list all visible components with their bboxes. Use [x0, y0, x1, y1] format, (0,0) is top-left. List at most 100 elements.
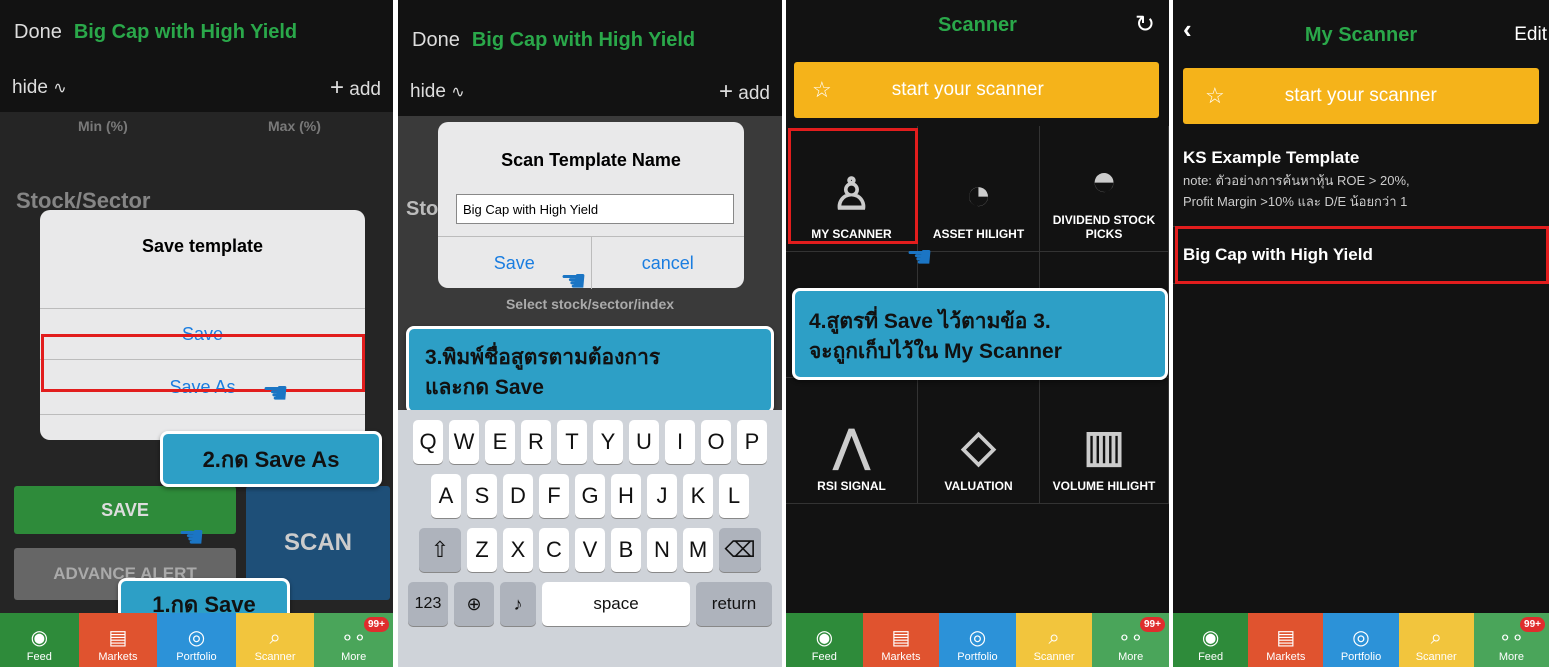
- key-t[interactable]: T: [557, 420, 587, 464]
- space-key[interactable]: space: [542, 582, 690, 626]
- tab-more[interactable]: 99+ ∘∘ More: [1092, 613, 1169, 667]
- globe-icon[interactable]: ⊕: [454, 582, 494, 626]
- key-k[interactable]: K: [683, 474, 713, 518]
- step2-callout: 2.กด Save As: [160, 431, 382, 487]
- shift-key[interactable]: ⇧: [419, 528, 461, 572]
- keyboard-row-4: 123 ⊕ ♪ space return: [398, 582, 782, 626]
- add-label: add: [349, 79, 381, 100]
- tab-markets[interactable]: ▤ Markets: [78, 613, 158, 667]
- scanner-icon: ⌕: [1048, 627, 1060, 649]
- tab-portfolio[interactable]: ◎ Portfolio: [1323, 613, 1399, 667]
- start-scanner-button[interactable]: ☆ start your scanner: [1183, 68, 1539, 124]
- hide-button[interactable]: hide ∿: [12, 77, 67, 99]
- key-g[interactable]: G: [575, 474, 605, 518]
- key-d[interactable]: D: [503, 474, 533, 518]
- key-p[interactable]: P: [737, 420, 767, 464]
- key-a[interactable]: A: [431, 474, 461, 518]
- scanner-cell-dividend-stock-picks[interactable]: ◓ DIVIDEND STOCK PICKS: [1040, 126, 1169, 252]
- key-b[interactable]: B: [611, 528, 641, 572]
- tab-feed[interactable]: ◉ Feed: [0, 613, 79, 667]
- tab-more[interactable]: 99+ ∘∘ More: [1473, 613, 1549, 667]
- tab-feed-label: Feed: [1198, 651, 1224, 663]
- volume-icon: ▥: [1083, 422, 1125, 471]
- key-z[interactable]: Z: [467, 528, 497, 572]
- keyboard-row-3: ⇧ ZXCVBNM ⌫: [398, 528, 782, 572]
- tab-markets[interactable]: ▤ Markets: [862, 613, 940, 667]
- scanner-cell-asset-hilight[interactable]: ◔ ASSET HILIGHT: [918, 126, 1040, 252]
- tab-feed-label: Feed: [26, 651, 52, 663]
- step3-callout: 3.พิมพ์ชื่อสูตรตามต้องการ และกด Save: [406, 326, 774, 414]
- scanner-cell-valuation[interactable]: ◇ VALUATION: [918, 378, 1040, 504]
- tab-scanner[interactable]: ⌕ Scanner: [1015, 613, 1093, 667]
- wave-icon: ∿: [451, 84, 465, 101]
- tab-feed[interactable]: ◉ Feed: [1173, 613, 1249, 667]
- page-title: Big Cap with High Yield: [471, 28, 696, 51]
- key-e[interactable]: E: [485, 420, 515, 464]
- user-star-icon: ☆: [812, 77, 832, 102]
- key-m[interactable]: M: [683, 528, 713, 572]
- key-r[interactable]: R: [521, 420, 551, 464]
- tab-more[interactable]: 99+ ∘∘ More: [314, 613, 393, 667]
- list-item[interactable]: KS Example Template note: ตัวอย่างการค้น…: [1183, 148, 1545, 212]
- done-button[interactable]: Done: [14, 21, 62, 44]
- numbers-key[interactable]: 123: [408, 582, 448, 626]
- feed-icon: ◉: [815, 627, 834, 649]
- tab-scanner[interactable]: ⌕ Scanner: [1398, 613, 1474, 667]
- asset-hilight-icon: ◔: [965, 170, 992, 219]
- key-j[interactable]: J: [647, 474, 677, 518]
- tab-portfolio-label: Portfolio: [957, 651, 998, 663]
- start-scanner-button[interactable]: ☆ start your scanner: [794, 62, 1159, 118]
- feed-icon: ◉: [1201, 627, 1220, 649]
- tab-scanner-label: Scanner: [254, 651, 296, 663]
- tab-markets[interactable]: ▤ Markets: [1248, 613, 1324, 667]
- key-v[interactable]: V: [575, 528, 605, 572]
- key-s[interactable]: S: [467, 474, 497, 518]
- user-star-icon: ☆: [1205, 83, 1225, 108]
- tab-portfolio[interactable]: ◎ Portfolio: [939, 613, 1016, 667]
- keyboard-row-2: ASDFGHJKL: [398, 474, 782, 518]
- wave-icon: ∿: [53, 80, 67, 97]
- key-c[interactable]: C: [539, 528, 569, 572]
- dialog-title: Save template: [141, 236, 264, 256]
- key-n[interactable]: N: [647, 528, 677, 572]
- template-title: KS Example Template: [1183, 148, 1360, 167]
- key-x[interactable]: X: [503, 528, 533, 572]
- section-title: Sto: [406, 198, 439, 220]
- pointer-hand-icon: ☚: [906, 241, 933, 274]
- key-h[interactable]: H: [611, 474, 641, 518]
- key-y[interactable]: Y: [593, 420, 623, 464]
- rsi-icon: ⋀: [833, 422, 870, 471]
- tab-scanner[interactable]: ⌕ Scanner: [235, 613, 315, 667]
- more-icon: ∘∘: [341, 627, 367, 649]
- scanner-cell-volume-hilight[interactable]: ▥ VOLUME HILIGHT: [1040, 378, 1169, 504]
- backspace-key[interactable]: ⌫: [719, 528, 761, 572]
- scanner-cell-rsi-signal[interactable]: ⋀ RSI SIGNAL: [786, 378, 918, 504]
- key-f[interactable]: F: [539, 474, 569, 518]
- return-key[interactable]: return: [696, 582, 772, 626]
- template-note-2: Profit Margin >10% และ D/E น้อยกว่า 1: [1183, 194, 1408, 209]
- refresh-icon[interactable]: ↻: [1135, 10, 1155, 39]
- done-button[interactable]: Done: [412, 29, 460, 52]
- tab-portfolio[interactable]: ◎ Portfolio: [157, 613, 236, 667]
- tab-feed[interactable]: ◉ Feed: [786, 613, 863, 667]
- add-button[interactable]: + add: [719, 78, 770, 106]
- add-button[interactable]: + add: [330, 74, 381, 102]
- tab-bar: ◉ Feed ▤ Markets ◎ Portfolio ⌕ Scanner 99+ ∘∘…: [786, 613, 1169, 667]
- key-i[interactable]: I: [665, 420, 695, 464]
- key-w[interactable]: W: [449, 420, 479, 464]
- tab-scanner-label: Scanner: [1033, 651, 1075, 663]
- tab-bar: ◉ Feed ▤ Markets ◎ Portfolio ⌕ Scanner 99+ ∘∘…: [0, 613, 393, 667]
- key-o[interactable]: O: [701, 420, 731, 464]
- more-icon: ∘∘: [1498, 627, 1524, 649]
- key-q[interactable]: Q: [413, 420, 443, 464]
- microphone-icon[interactable]: ♪: [500, 582, 536, 626]
- edit-button[interactable]: Edit: [1514, 24, 1547, 46]
- key-u[interactable]: U: [629, 420, 659, 464]
- dividend-icon: ◓: [1090, 156, 1118, 205]
- portfolio-icon: ◎: [968, 627, 987, 649]
- hide-button[interactable]: hide ∿: [410, 81, 465, 103]
- template-name-input[interactable]: [456, 194, 734, 224]
- cancel-button[interactable]: cancel: [592, 237, 745, 289]
- keyboard-row-1: QWERTYUIOP: [398, 420, 782, 464]
- key-l[interactable]: L: [719, 474, 749, 518]
